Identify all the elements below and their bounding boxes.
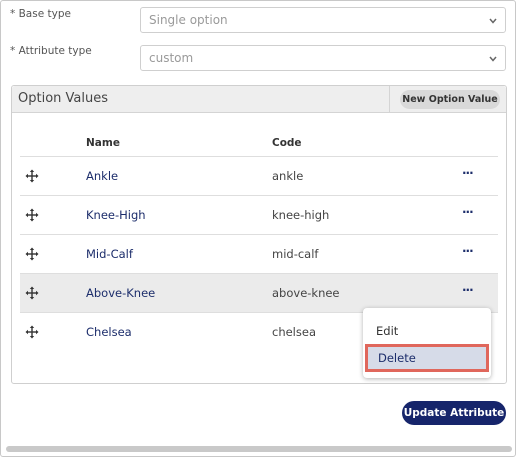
option-code: mid-calf (272, 247, 319, 261)
option-values-header: Option Values New Option Value (12, 86, 506, 113)
option-name-link[interactable]: Ankle (86, 169, 118, 183)
drag-handle-icon[interactable] (25, 208, 39, 222)
menu-item-delete[interactable]: Delete (365, 344, 489, 372)
attribute-type-value: custom (149, 51, 194, 65)
column-header-name: Name (86, 137, 120, 149)
table-row: Ankle ankle ··· (20, 156, 498, 195)
update-attribute-button[interactable]: Update Attribute (402, 401, 506, 425)
base-type-select[interactable]: Single option (140, 7, 506, 33)
attribute-type-select[interactable]: custom (140, 45, 506, 71)
option-code: chelsea (272, 325, 316, 339)
drag-handle-icon[interactable] (25, 286, 39, 300)
more-horizontal-icon[interactable]: ··· (462, 283, 474, 297)
base-type-value: Single option (149, 13, 228, 27)
option-name-link[interactable]: Above-Knee (86, 286, 155, 300)
table-row: Above-Knee above-knee ··· (20, 273, 498, 312)
option-name-link[interactable]: Mid-Calf (86, 247, 133, 261)
menu-item-edit[interactable]: Edit (363, 318, 491, 344)
drag-handle-icon[interactable] (25, 325, 39, 339)
option-name-link[interactable]: Chelsea (86, 325, 132, 339)
row-actions-menu: Edit Delete (363, 308, 491, 378)
option-code: above-knee (272, 286, 340, 300)
new-option-value-button[interactable]: New Option Value (400, 90, 500, 109)
more-horizontal-icon[interactable]: ··· (462, 166, 474, 180)
table-row: Mid-Calf mid-calf ··· (20, 234, 498, 273)
drag-handle-icon[interactable] (25, 169, 39, 183)
base-type-label: * Base type (10, 8, 71, 20)
more-horizontal-icon[interactable]: ··· (462, 244, 474, 258)
column-header-code: Code (272, 137, 302, 149)
attribute-form: * Base type Single option * Attribute ty… (0, 0, 516, 457)
header-divider (389, 86, 390, 113)
chevron-down-icon (489, 56, 497, 62)
attribute-type-label: * Attribute type (10, 45, 92, 57)
option-code: ankle (272, 169, 304, 183)
horizontal-scrollbar[interactable] (6, 446, 512, 452)
drag-handle-icon[interactable] (25, 247, 39, 261)
option-name-link[interactable]: Knee-High (86, 208, 146, 222)
option-code: knee-high (272, 208, 330, 222)
option-values-title: Option Values (18, 91, 108, 106)
table-row: Knee-High knee-high ··· (20, 195, 498, 234)
more-horizontal-icon[interactable]: ··· (462, 205, 474, 219)
chevron-down-icon (489, 18, 497, 24)
